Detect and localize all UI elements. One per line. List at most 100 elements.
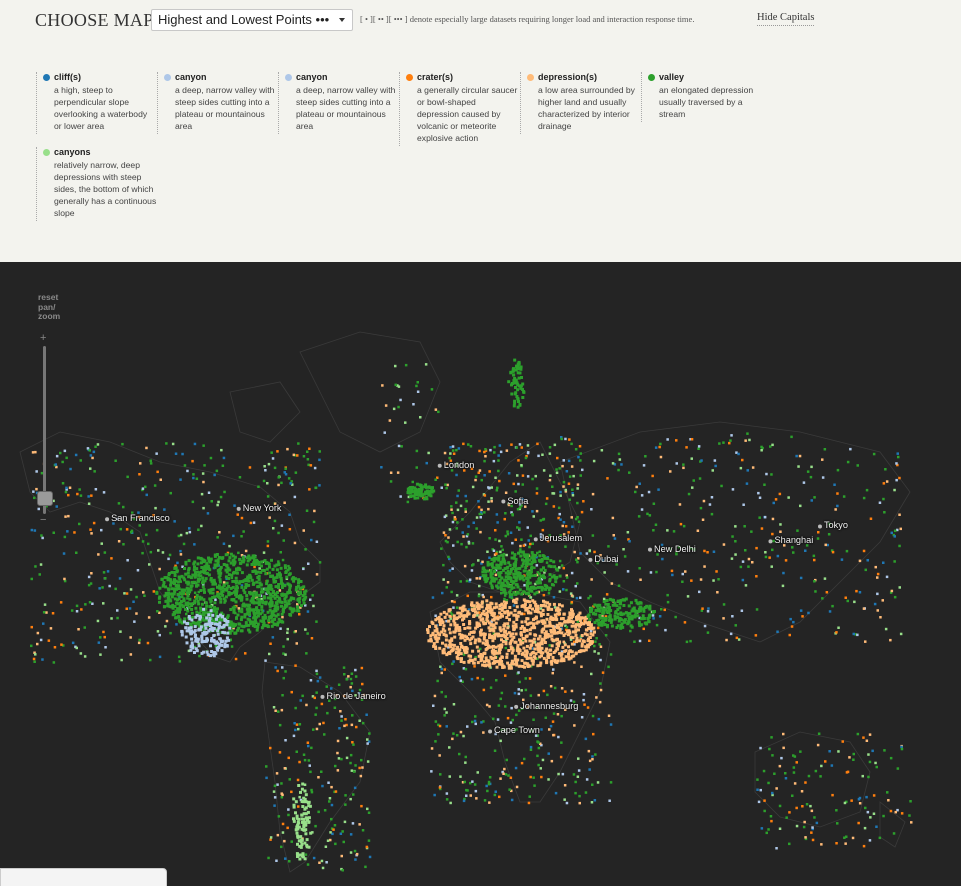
feature-point (209, 644, 212, 648)
feature-point (179, 478, 182, 481)
feature-point (394, 364, 397, 368)
feature-point (116, 616, 119, 620)
feature-point (814, 769, 818, 773)
feature-point (599, 682, 602, 685)
feature-point (582, 640, 586, 644)
feature-point (273, 604, 277, 608)
feature-point (286, 826, 289, 830)
feature-point (137, 537, 140, 540)
world-map-canvas[interactable] (0, 262, 961, 886)
feature-point (31, 451, 35, 454)
feature-point (505, 449, 509, 452)
feature-point (158, 567, 161, 571)
bottom-panel-tab[interactable] (0, 868, 167, 886)
feature-point (383, 431, 386, 434)
feature-point (302, 753, 306, 756)
feature-point (389, 471, 393, 474)
zoom-in-button[interactable]: + (40, 332, 46, 344)
feature-point (525, 577, 529, 580)
feature-point (237, 551, 240, 555)
feature-point (533, 633, 537, 637)
feature-point (222, 456, 226, 460)
feature-point (548, 586, 552, 590)
feature-point (273, 804, 276, 807)
feature-point (303, 789, 307, 793)
feature-point (574, 629, 578, 633)
feature-point (193, 565, 196, 569)
feature-point (467, 525, 470, 528)
feature-point (272, 790, 276, 793)
feature-point (212, 653, 216, 657)
feature-point (156, 610, 159, 613)
feature-point (190, 637, 194, 641)
feature-point (471, 485, 475, 489)
feature-point (543, 568, 547, 572)
feature-point (616, 608, 620, 612)
feature-point (497, 469, 500, 473)
feature-point (277, 563, 281, 566)
feature-point (623, 555, 627, 558)
feature-point (410, 488, 414, 492)
zoom-slider-track[interactable] (43, 346, 46, 514)
feature-point (352, 743, 355, 746)
feature-point (814, 590, 817, 593)
feature-point (565, 588, 568, 592)
feature-point (267, 856, 270, 860)
feature-point (537, 763, 540, 767)
feature-point (579, 459, 582, 462)
feature-point (486, 550, 489, 553)
feature-point (553, 443, 557, 447)
feature-point (433, 635, 437, 639)
feature-point (499, 560, 503, 564)
feature-point (34, 565, 37, 568)
feature-point (273, 622, 277, 626)
feature-point (257, 597, 261, 601)
feature-point (318, 722, 321, 726)
feature-point (558, 574, 562, 578)
feature-point (448, 528, 452, 531)
feature-point (500, 691, 504, 695)
feature-point (532, 515, 535, 518)
zoom-out-button[interactable]: − (40, 514, 46, 526)
feature-point (179, 580, 182, 583)
feature-point (791, 546, 794, 549)
feature-point (593, 650, 596, 653)
feature-point (197, 573, 201, 577)
feature-point (430, 747, 434, 750)
feature-point (551, 492, 554, 495)
feature-point (512, 404, 516, 408)
feature-point (248, 603, 251, 607)
feature-point (660, 608, 663, 611)
hide-capitals-button[interactable]: Hide Capitals (757, 12, 815, 26)
feature-point (760, 449, 763, 452)
feature-point (898, 544, 901, 548)
feature-point (198, 571, 202, 575)
reset-pan-zoom-button[interactable]: reset pan/ zoom (38, 292, 70, 322)
feature-point (355, 852, 359, 856)
feature-point (169, 583, 173, 587)
feature-point (179, 549, 182, 553)
world-map[interactable]: reset pan/ zoom + − San Francisco New Yor… (0, 262, 961, 886)
feature-point (179, 533, 183, 537)
feature-point (887, 799, 890, 802)
feature-point (511, 369, 515, 373)
feature-point (623, 618, 627, 622)
legend-dot-icon (164, 74, 171, 81)
feature-point (276, 783, 279, 786)
feature-point (490, 500, 493, 503)
feature-point (281, 558, 285, 562)
feature-point (554, 576, 557, 580)
feature-point (463, 608, 467, 612)
zoom-slider-handle[interactable] (37, 491, 53, 506)
feature-point (542, 593, 546, 597)
feature-point (336, 769, 340, 772)
feature-point (186, 469, 189, 473)
feature-point (899, 632, 903, 636)
feature-point (698, 477, 702, 480)
feature-point (889, 638, 892, 642)
feature-point (892, 832, 896, 835)
feature-point (472, 521, 475, 524)
map-select-dropdown[interactable]: Highest and Lowest Points ••• (151, 9, 353, 31)
feature-point (663, 608, 666, 612)
feature-point (320, 702, 324, 706)
